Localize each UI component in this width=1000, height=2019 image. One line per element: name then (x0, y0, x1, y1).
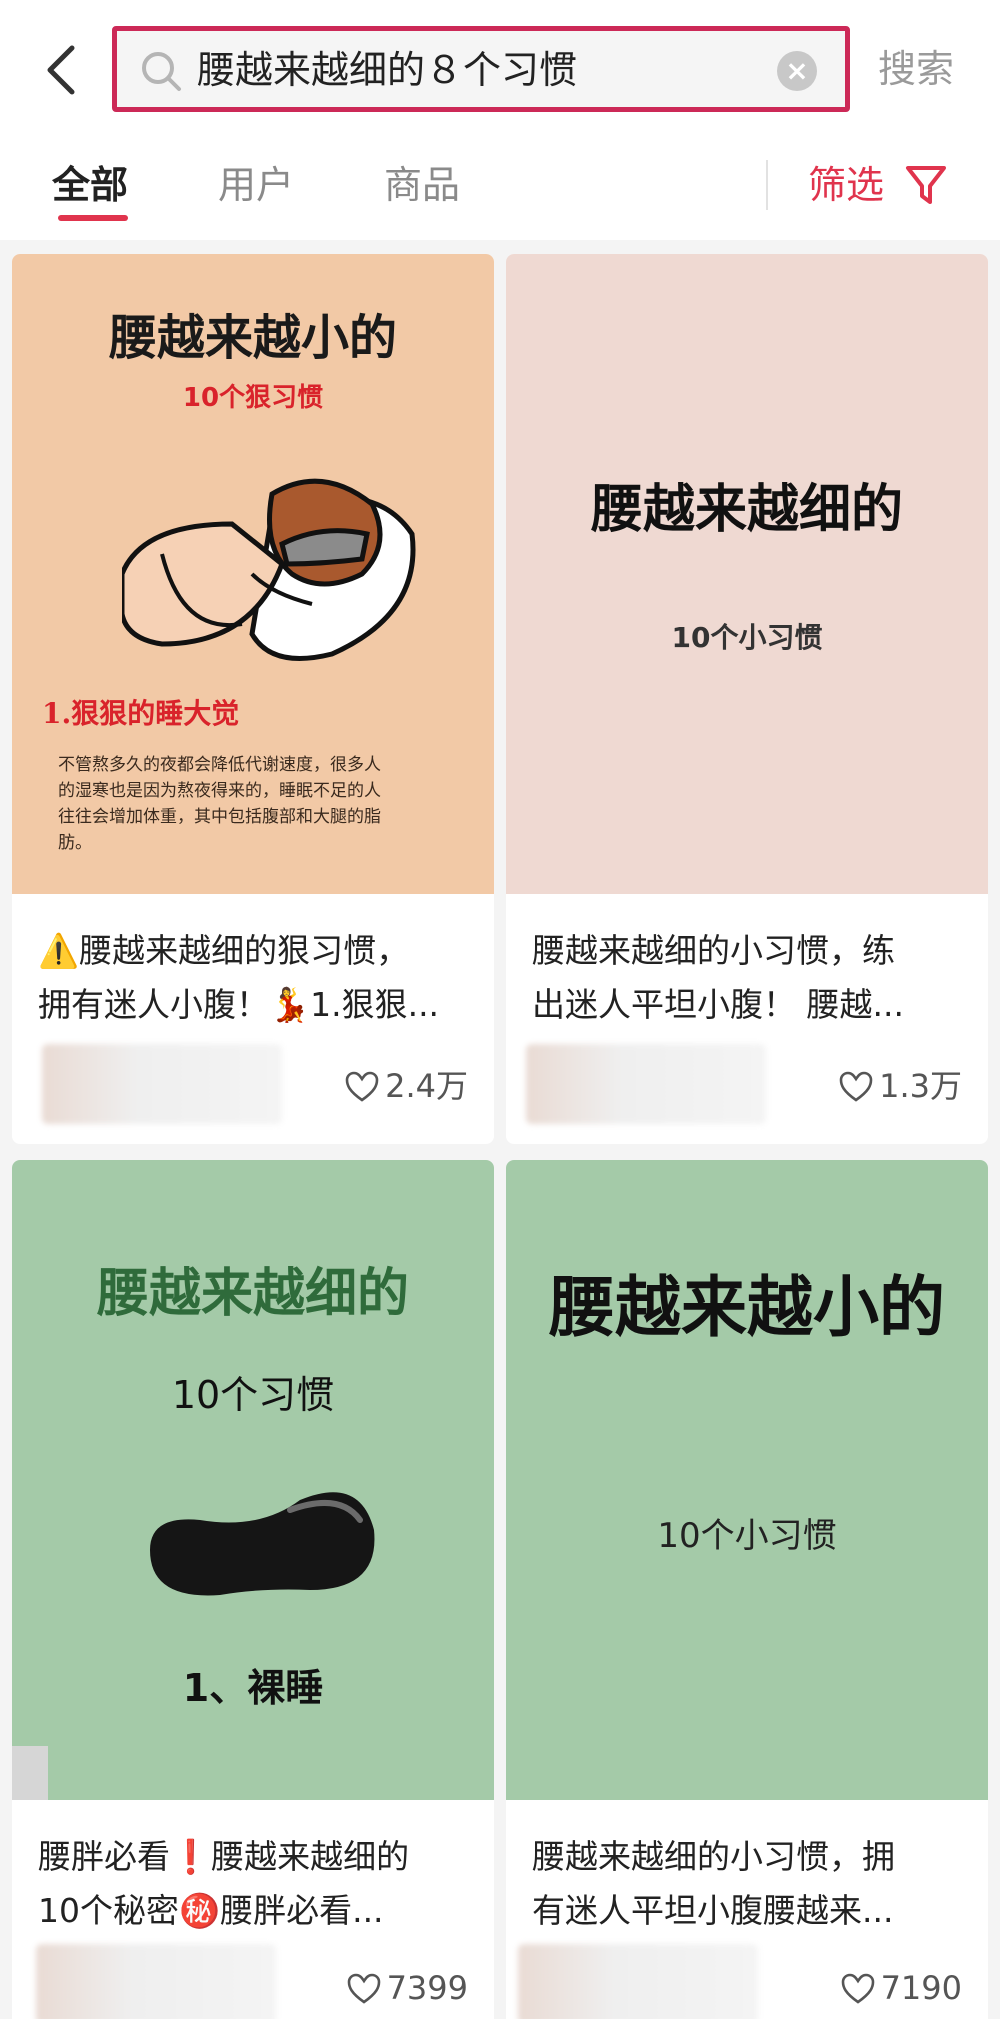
note-cover-image[interactable]: 腰越来越小的 10个小习惯 (506, 1160, 988, 1800)
cover-heading: 腰越来越细的 (590, 480, 903, 540)
author-info-blurred[interactable] (36, 1944, 276, 2019)
heart-icon (345, 1071, 379, 1102)
cover-heading: 腰越来越细的 (96, 1264, 409, 1324)
note-cover-image[interactable]: 腰越来越细的 10个小习惯 (506, 254, 988, 894)
like-count[interactable]: 7190 (841, 1966, 962, 2010)
cover-point: 1、裸睡 (182, 1666, 324, 1710)
heart-icon (841, 1973, 874, 2004)
heart-icon (839, 1071, 873, 1102)
search-query-text: 腰越来越细的８个习惯 (197, 48, 578, 92)
corner-marker (12, 1746, 48, 1800)
note-cover-image[interactable]: 腰越来越小的 10个狠习惯 1.狠狠的睡大觉 不管熬多久的夜都会降低代谢速度，很… (12, 254, 494, 894)
search-input[interactable]: 腰越来越细的８个习惯 × (112, 26, 850, 112)
note-card[interactable]: 腰越来越小的 10个小习惯 腰越来越细的小习惯，拥 有迷人平坦小腹腰越来... … (506, 1160, 988, 2019)
note-cover-image[interactable]: 腰越来越细的 10个习惯 1、裸睡 (12, 1160, 494, 1800)
search-button[interactable]: 搜索 (878, 42, 954, 96)
tab-users[interactable]: 用户 (218, 158, 294, 212)
tab-products[interactable]: 商品 (384, 158, 460, 212)
author-info-blurred[interactable] (526, 1044, 766, 1124)
top-bar: 腰越来越细的８个习惯 × 搜索 全部 用户 商品 筛选 (0, 0, 1000, 240)
note-title[interactable]: 腰越来越细的小习惯，拥 有迷人平坦小腹腰越来... (532, 1830, 972, 1938)
tab-all[interactable]: 全部 (52, 158, 128, 212)
filter-button[interactable]: 筛选 (808, 158, 884, 212)
funnel-icon[interactable] (904, 162, 948, 208)
back-arrow-icon[interactable] (40, 42, 84, 98)
search-icon (142, 52, 181, 91)
like-count[interactable]: 7399 (347, 1966, 468, 2010)
tab-divider (766, 160, 768, 210)
gua-sha-stone-image (150, 1492, 375, 1596)
note-card[interactable]: 腰越来越细的 10个习惯 1、裸睡 腰胖必看❗腰越来越细的 10个秘密㊙️腰胖必… (12, 1160, 494, 2019)
author-info-blurred[interactable] (518, 1944, 758, 2019)
note-title[interactable]: 腰胖必看❗腰越来越细的 10个秘密㊙️腰胖必看... (38, 1830, 478, 1938)
cover-point: 1.狠狠的睡大觉 (42, 697, 240, 730)
sleeping-woman-illustration (122, 478, 416, 661)
clear-icon[interactable]: × (777, 51, 817, 91)
cover-heading: 腰越来越小的 (549, 1269, 945, 1346)
note-title[interactable]: 腰越来越细的小习惯，练 出迷人平坦小腹！ 腰越... (532, 924, 972, 1032)
note-card[interactable]: 腰越来越细的 10个小习惯 腰越来越细的小习惯，练 出迷人平坦小腹！ 腰越...… (506, 254, 988, 1144)
cover-heading: 腰越来越小的 (108, 310, 397, 366)
like-count[interactable]: 2.4万 (345, 1064, 468, 1108)
like-count[interactable]: 1.3万 (839, 1064, 962, 1108)
author-info-blurred[interactable] (42, 1044, 282, 1124)
heart-icon (347, 1973, 380, 2004)
cover-subheading: 10个小习惯 (671, 621, 823, 654)
cover-subheading: 10个小习惯 (657, 1516, 837, 1556)
note-title[interactable]: ⚠️腰越来越细的狠习惯， 拥有迷人小腹！💃1.狠狠... (38, 924, 478, 1032)
active-tab-indicator (58, 215, 128, 221)
note-card[interactable]: 腰越来越小的 10个狠习惯 1.狠狠的睡大觉 不管熬多久的夜都会降低代谢速度，很… (12, 254, 494, 1144)
cover-subheading: 10个习惯 (171, 1373, 335, 1417)
cover-body: 不管熬多久的夜都会降低代谢速度，很多人 的湿寒也是因为熬夜得来的，睡眠不足的人 … (58, 755, 381, 853)
cover-subheading: 10个狠习惯 (182, 383, 324, 413)
